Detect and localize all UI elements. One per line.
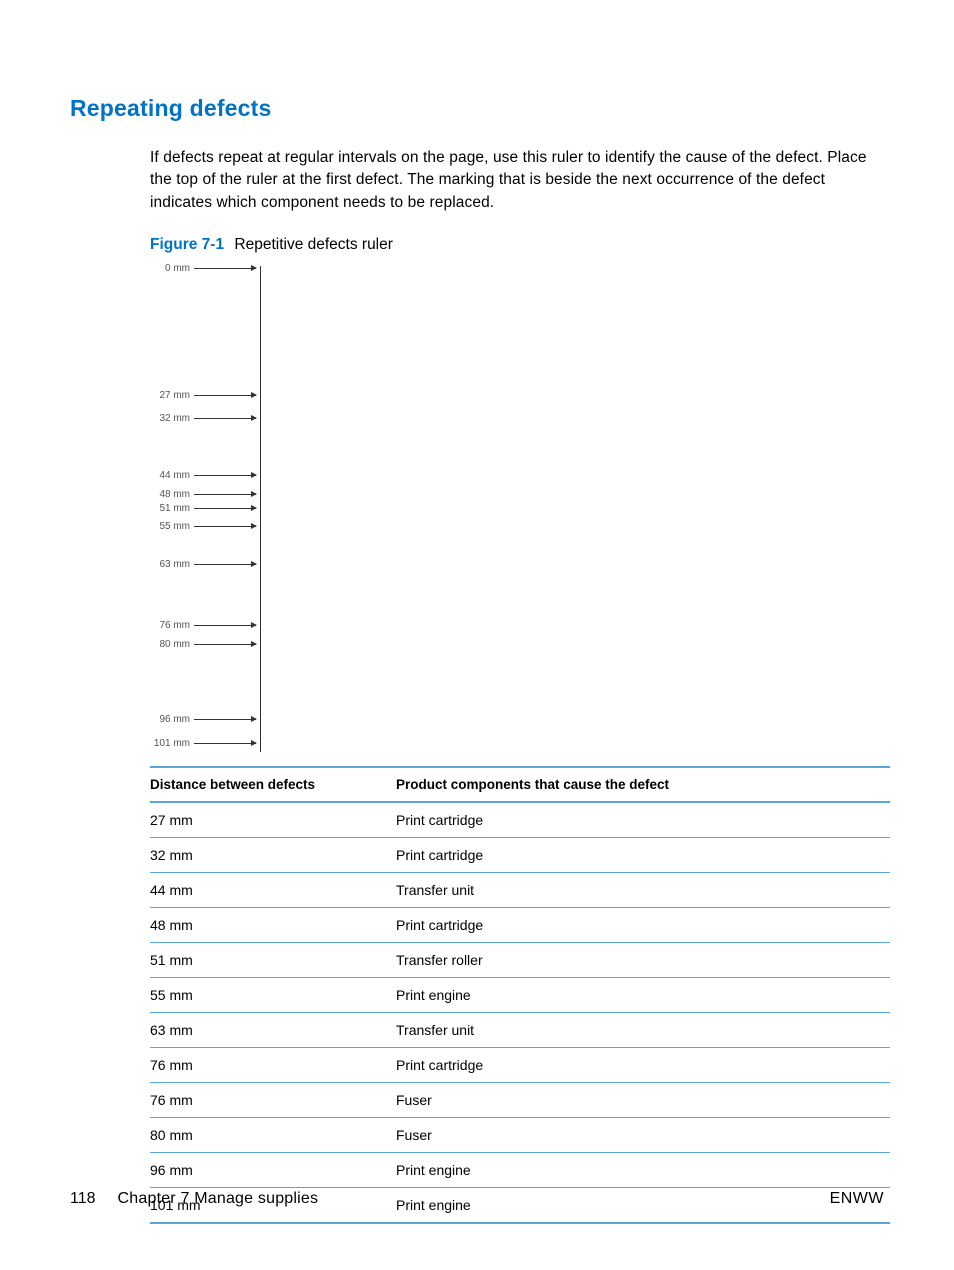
cell-component: Print cartridge xyxy=(396,908,890,943)
cell-distance: 27 mm xyxy=(150,802,396,838)
ruler-mark-label: 0 mm xyxy=(150,263,194,274)
table-row: 51 mmTransfer roller xyxy=(150,943,890,978)
cell-distance: 80 mm xyxy=(150,1118,396,1153)
figure-label: Figure 7-1 xyxy=(150,236,224,253)
cell-distance: 76 mm xyxy=(150,1048,396,1083)
ruler-arrow-icon xyxy=(194,564,256,565)
cell-distance: 55 mm xyxy=(150,978,396,1013)
ruler-arrow-icon xyxy=(194,526,256,527)
section-heading: Repeating defects xyxy=(70,95,884,122)
cell-component: Print engine xyxy=(396,1153,890,1188)
ruler-mark: 44 mm xyxy=(150,469,280,481)
ruler-arrow-icon xyxy=(194,268,256,269)
cell-component: Transfer unit xyxy=(396,873,890,908)
table-row: 48 mmPrint cartridge xyxy=(150,908,890,943)
defects-table: Distance between defects Product compone… xyxy=(150,766,890,1224)
page-number: 118 xyxy=(70,1190,96,1208)
footer-right: ENWW xyxy=(830,1190,884,1208)
ruler-mark-label: 48 mm xyxy=(150,489,194,500)
cell-distance: 96 mm xyxy=(150,1153,396,1188)
cell-distance: 63 mm xyxy=(150,1013,396,1048)
table-row: 55 mmPrint engine xyxy=(150,978,890,1013)
cell-component: Fuser xyxy=(396,1083,890,1118)
table-header-distance: Distance between defects xyxy=(150,767,396,802)
table-header-row: Distance between defects Product compone… xyxy=(150,767,890,802)
cell-component: Transfer unit xyxy=(396,1013,890,1048)
ruler-mark-label: 27 mm xyxy=(150,390,194,401)
ruler-figure: 0 mm 27 mm 32 mm 44 mm 48 mm 51 mm 55 mm 63 mm 7… xyxy=(150,262,350,752)
ruler-mark-label: 51 mm xyxy=(150,503,194,514)
cell-component: Transfer roller xyxy=(396,943,890,978)
ruler-mark-label: 80 mm xyxy=(150,639,194,650)
chapter-label: Chapter 7 Manage supplies xyxy=(118,1190,319,1208)
body-paragraph: If defects repeat at regular intervals o… xyxy=(150,147,884,214)
ruler-arrow-icon xyxy=(194,719,256,720)
ruler-mark-label: 55 mm xyxy=(150,521,194,532)
cell-distance: 44 mm xyxy=(150,873,396,908)
table-header-component: Product components that cause the defect xyxy=(396,767,890,802)
ruler-mark: 76 mm xyxy=(150,620,280,632)
table-row: 76 mmPrint cartridge xyxy=(150,1048,890,1083)
table-row: 80 mmFuser xyxy=(150,1118,890,1153)
ruler-mark: 27 mm xyxy=(150,389,280,401)
ruler-mark: 51 mm xyxy=(150,502,280,514)
table-body: 27 mmPrint cartridge32 mmPrint cartridge… xyxy=(150,802,890,1223)
ruler-arrow-icon xyxy=(194,395,256,396)
ruler-mark-label: 101 mm xyxy=(150,738,194,749)
figure-caption: Figure 7-1 Repetitive defects ruler xyxy=(150,236,884,254)
cell-component: Print cartridge xyxy=(396,802,890,838)
figure-title: Repetitive defects ruler xyxy=(234,236,393,253)
table-row: 96 mmPrint engine xyxy=(150,1153,890,1188)
ruler-mark: 32 mm xyxy=(150,413,280,425)
ruler-mark-label: 96 mm xyxy=(150,714,194,725)
table-row: 27 mmPrint cartridge xyxy=(150,802,890,838)
ruler-mark-label: 44 mm xyxy=(150,470,194,481)
cell-component: Print cartridge xyxy=(396,1048,890,1083)
document-page: Repeating defects If defects repeat at r… xyxy=(0,0,954,1270)
ruler-mark: 48 mm xyxy=(150,488,280,500)
ruler-mark: 55 mm xyxy=(150,521,280,533)
page-footer: 118 Chapter 7 Manage supplies ENWW xyxy=(70,1190,884,1208)
ruler-mark: 96 mm xyxy=(150,714,280,726)
ruler-arrow-icon xyxy=(194,743,256,744)
table-row: 76 mmFuser xyxy=(150,1083,890,1118)
ruler-arrow-icon xyxy=(194,494,256,495)
cell-component: Print cartridge xyxy=(396,838,890,873)
table-row: 32 mmPrint cartridge xyxy=(150,838,890,873)
ruler-mark-label: 76 mm xyxy=(150,620,194,631)
table-row: 44 mmTransfer unit xyxy=(150,873,890,908)
ruler-mark: 101 mm xyxy=(150,737,280,749)
ruler-mark: 0 mm xyxy=(150,262,280,274)
ruler-arrow-icon xyxy=(194,475,256,476)
ruler-mark: 80 mm xyxy=(150,638,280,650)
ruler-mark-label: 63 mm xyxy=(150,559,194,570)
cell-component: Fuser xyxy=(396,1118,890,1153)
ruler-arrow-icon xyxy=(194,418,256,419)
cell-distance: 48 mm xyxy=(150,908,396,943)
cell-component: Print engine xyxy=(396,978,890,1013)
ruler-mark-label: 32 mm xyxy=(150,413,194,424)
cell-distance: 76 mm xyxy=(150,1083,396,1118)
ruler-mark: 63 mm xyxy=(150,559,280,571)
ruler-arrow-icon xyxy=(194,644,256,645)
cell-distance: 32 mm xyxy=(150,838,396,873)
ruler-arrow-icon xyxy=(194,625,256,626)
table-row: 63 mmTransfer unit xyxy=(150,1013,890,1048)
ruler-arrow-icon xyxy=(194,508,256,509)
cell-distance: 51 mm xyxy=(150,943,396,978)
